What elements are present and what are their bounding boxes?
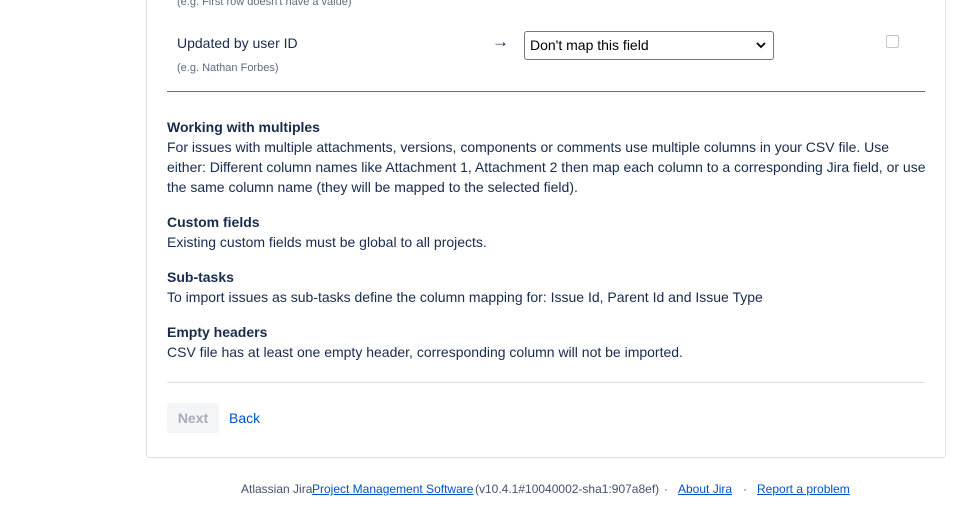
info-text: To import issues as sub-tasks define the… <box>167 289 763 305</box>
info-text: For issues with multiple attachments, ve… <box>167 139 926 195</box>
chevron-down-icon <box>756 32 766 69</box>
back-link[interactable]: Back <box>229 410 260 426</box>
map-value-checkbox[interactable] <box>886 35 899 48</box>
info-sub-tasks: Sub-tasks To import issues as sub-tasks … <box>167 267 927 307</box>
info-heading: Working with multiples <box>167 119 320 135</box>
info-text: CSV file has at least one empty header, … <box>167 344 683 360</box>
divider <box>167 91 925 92</box>
field-example-hint: (e.g. Nathan Forbes) <box>177 62 279 74</box>
jira-field-select-value: Don't map this field <box>530 37 649 53</box>
footer-separator: · <box>743 482 747 496</box>
info-empty-headers: Empty headers CSV file has at least one … <box>167 322 927 362</box>
footer-separator: · <box>664 482 668 496</box>
footer-prefix: Atlassian Jira <box>241 482 313 496</box>
info-text: Existing custom fields must be global to… <box>167 234 487 250</box>
info-heading: Custom fields <box>167 214 260 230</box>
info-custom-fields: Custom fields Existing custom fields mus… <box>167 212 927 252</box>
next-button[interactable]: Next <box>167 403 219 433</box>
footer-report-problem-link[interactable]: Report a problem <box>757 482 850 496</box>
info-heading: Sub-tasks <box>167 269 234 285</box>
divider <box>167 382 925 383</box>
field-label: Updated by user ID <box>177 35 298 51</box>
footer-about-jira-link[interactable]: About Jira <box>678 482 732 496</box>
jira-field-select[interactable]: Don't map this field <box>524 31 774 60</box>
footer-pm-software-link[interactable]: Project Management Software <box>312 482 473 496</box>
footer-version: (v10.4.1#10040002-sha1:907a8ef) <box>475 482 660 496</box>
mapping-arrow-icon: → <box>492 32 509 51</box>
info-heading: Empty headers <box>167 324 268 340</box>
info-working-with-multiples: Working with multiples For issues with m… <box>167 117 927 197</box>
previous-field-hint: (e.g. First row doesn't have a value) <box>177 0 352 8</box>
